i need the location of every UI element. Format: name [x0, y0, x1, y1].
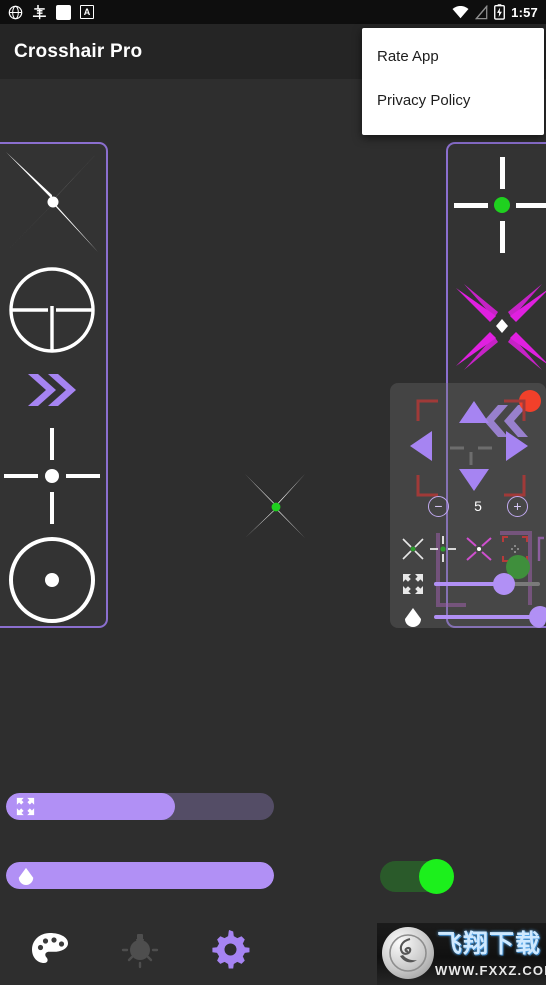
resize-icon: [16, 797, 35, 816]
overlay-size-slider-knob[interactable]: [493, 573, 516, 595]
double-chevron-right-icon: [28, 374, 76, 406]
app-root: A 1:57 Crosshair Pro Rate App Privacy Po…: [0, 0, 546, 985]
decrement-button[interactable]: −: [428, 495, 449, 517]
arrow-down-button[interactable]: [459, 469, 489, 491]
status-bar-clock: 1:57: [511, 4, 538, 20]
overlay-size-slider[interactable]: [434, 573, 540, 595]
a-badge-icon: A: [80, 5, 94, 19]
crosshair-icon: [398, 534, 428, 564]
water-drop-icon: [405, 608, 421, 627]
white-square-icon: [56, 4, 71, 20]
overlay-opacity-row[interactable]: [398, 602, 546, 628]
gear-icon: [212, 929, 250, 969]
globe-bug-icon: [8, 5, 23, 19]
crosshair-option-plus-gap-dot[interactable]: [0, 420, 106, 532]
battery-charging-icon: [494, 4, 506, 20]
crosshair-option-scope-circle[interactable]: [0, 260, 106, 360]
size-stepper[interactable]: − 5 +: [428, 493, 528, 519]
thumb-corner-green-icon[interactable]: [536, 534, 544, 564]
crosshair-option-x-spike[interactable]: [0, 144, 106, 260]
menu-item-privacy-policy[interactable]: Privacy Policy: [362, 78, 544, 122]
direction-pad[interactable]: [410, 401, 528, 491]
arrow-left-button[interactable]: [410, 431, 432, 461]
fxxz-bird-logo-icon: [389, 934, 427, 972]
color-palette-icon: [32, 933, 68, 963]
plus-gap-green-dot-icon: [454, 157, 546, 253]
expand-arrows-icon: [403, 574, 423, 594]
x-blade-diamond-icon: [456, 284, 546, 370]
bug-icon: [32, 4, 46, 20]
watermark: 飞翔下载 WWW.FXXZ.COM: [377, 923, 546, 985]
floating-settings-overlay[interactable]: − 5 +: [390, 383, 546, 628]
no-signal-icon: [475, 4, 488, 19]
toggle-knob[interactable]: [419, 859, 454, 894]
scope-circle-icon: [9, 267, 95, 353]
status-bar-right-icons: 1:57: [452, 4, 538, 20]
overlay-opacity-slider-knob[interactable]: [529, 606, 546, 628]
thumb-x-magenta-icon[interactable]: [464, 534, 494, 564]
bottom-toolbar: [0, 915, 300, 985]
light-bulb-icon: [121, 934, 159, 969]
crosshair-option-arc-ring-dot[interactable]: [0, 532, 106, 626]
app-title: Crosshair Pro: [14, 40, 143, 62]
opacity-drop-icon: [398, 602, 428, 628]
overflow-menu[interactable]: Rate App Privacy Policy: [362, 28, 544, 135]
arrow-up-button[interactable]: [459, 401, 489, 423]
thumb-plus-green-icon[interactable]: [428, 534, 458, 564]
arrow-right-button[interactable]: [506, 431, 528, 461]
water-drop-icon: [18, 867, 33, 885]
status-bar: A 1:57: [0, 0, 546, 24]
status-bar-left-icons: A: [8, 4, 94, 20]
stepper-value: 5: [474, 498, 482, 514]
arc-ring-dot-icon: [9, 537, 95, 623]
crosshair-option-plus-green-dot[interactable]: [448, 144, 546, 266]
menu-item-rate-app[interactable]: Rate App: [362, 34, 544, 78]
opacity-slider-fill: [6, 862, 274, 889]
crosshair-option-x-blade-diamond[interactable]: [448, 266, 546, 386]
overlay-size-row[interactable]: [398, 569, 544, 599]
crosshair-option-double-chevron[interactable]: [0, 360, 106, 420]
overlay-opacity-slider[interactable]: [434, 606, 546, 628]
opacity-drop-icon: [16, 866, 35, 885]
overlay-size-slider-fill: [434, 582, 500, 586]
increment-button[interactable]: +: [506, 495, 528, 517]
expand-arrows-icon: [16, 797, 35, 816]
resize-icon: [398, 569, 428, 599]
x-crosshair-small-icon: [402, 538, 424, 560]
watermark-url: WWW.FXXZ.COM: [435, 963, 546, 978]
watermark-brand: 飞翔下载: [437, 930, 542, 958]
x-spike-green-dot-icon: [245, 474, 305, 538]
settings-gear-icon[interactable]: [208, 927, 254, 973]
brightness-bulb-icon[interactable]: [117, 927, 163, 973]
crosshair-style-list-left[interactable]: [0, 142, 108, 628]
watermark-logo-icon: [382, 927, 434, 979]
overlay-enable-toggle[interactable]: [380, 859, 454, 894]
palette-icon[interactable]: [27, 927, 73, 973]
opacity-slider[interactable]: [6, 862, 274, 889]
wifi-icon: [452, 5, 469, 18]
active-crosshair-preview[interactable]: [239, 470, 311, 542]
size-slider[interactable]: [6, 793, 274, 820]
plus-gap-dot-icon: [4, 428, 100, 524]
x-spike-icon: [6, 152, 98, 252]
